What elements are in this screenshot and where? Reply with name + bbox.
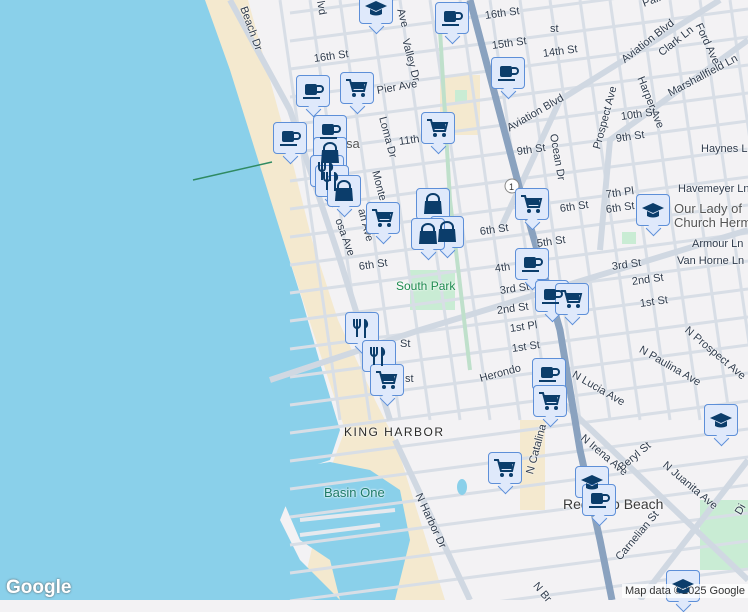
shopping-cart-marker[interactable]: [366, 202, 400, 234]
street-label-blvd: lvd: [314, 0, 329, 16]
shopping-cart-icon: [346, 79, 368, 97]
coffee-icon: [280, 131, 301, 146]
coffee-icon: [522, 257, 543, 272]
place-label-church: Church Herm: [674, 215, 748, 230]
street-label-st3: st: [550, 23, 559, 35]
shopping-cart-marker[interactable]: [370, 364, 404, 396]
place-label-king-harbor: KING HARBOR: [344, 425, 445, 439]
shopping-cart-icon: [539, 392, 561, 410]
place-label-our-lady: Our Lady of: [674, 201, 742, 216]
street-label-van-horne: Van Horne Ln: [677, 255, 745, 267]
school-icon: [642, 203, 664, 218]
coffee-marker[interactable]: [273, 122, 307, 154]
coffee-marker[interactable]: [296, 75, 330, 107]
school-marker[interactable]: [704, 404, 738, 436]
coffee-marker[interactable]: [435, 2, 469, 34]
street-label-armour: Armour Ln: [692, 238, 744, 250]
coffee-icon: [498, 66, 519, 81]
school-icon: [672, 579, 694, 594]
shopping-cart-icon: [376, 371, 398, 389]
coffee-icon: [442, 11, 463, 26]
shopping-bag-icon: [419, 223, 437, 244]
street-label-haynes: Haynes Ln: [701, 143, 748, 155]
shopping-cart-icon: [494, 459, 516, 477]
shopping-cart-icon: [372, 209, 394, 227]
coffee-marker[interactable]: [491, 57, 525, 89]
coffee-icon: [589, 493, 610, 508]
shopping-cart-marker[interactable]: [421, 112, 455, 144]
restaurant-icon: [370, 347, 386, 366]
school-marker[interactable]: [636, 194, 670, 226]
shopping-cart-marker[interactable]: [340, 72, 374, 104]
shopping-bag-marker[interactable]: [327, 175, 361, 207]
coffee-icon: [303, 84, 324, 99]
route-shield: 1: [509, 182, 514, 192]
shopping-cart-icon: [427, 119, 449, 137]
shopping-bag-icon: [335, 180, 353, 201]
shopping-cart-icon: [561, 290, 583, 308]
school-icon: [710, 413, 732, 428]
shopping-cart-icon: [521, 195, 543, 213]
street-label-st1: St: [400, 338, 411, 350]
school-icon: [365, 1, 387, 16]
shopping-bag-marker[interactable]: [411, 218, 445, 250]
school-marker[interactable]: [359, 0, 393, 24]
restaurant-icon: [353, 319, 369, 338]
place-label-south-park: South Park: [396, 279, 456, 293]
street-label-fourth: 4th: [494, 260, 511, 275]
shopping-cart-marker[interactable]: [555, 283, 589, 315]
shopping-cart-marker[interactable]: [488, 452, 522, 484]
street-label-st2: st: [405, 373, 414, 385]
street-label-havemeyer: Havemeyer Ln: [678, 183, 748, 195]
google-logo: Google: [6, 577, 72, 598]
coffee-icon: [320, 124, 341, 139]
shopping-cart-marker[interactable]: [515, 188, 549, 220]
coffee-icon: [539, 367, 560, 382]
street-label-hermosa: sa: [346, 136, 360, 151]
shopping-bag-icon: [424, 193, 442, 214]
shopping-cart-marker[interactable]: [533, 385, 567, 417]
place-label-basin-one: Basin One: [324, 485, 385, 500]
coffee-marker[interactable]: [515, 248, 549, 280]
coffee-marker[interactable]: [582, 484, 616, 516]
